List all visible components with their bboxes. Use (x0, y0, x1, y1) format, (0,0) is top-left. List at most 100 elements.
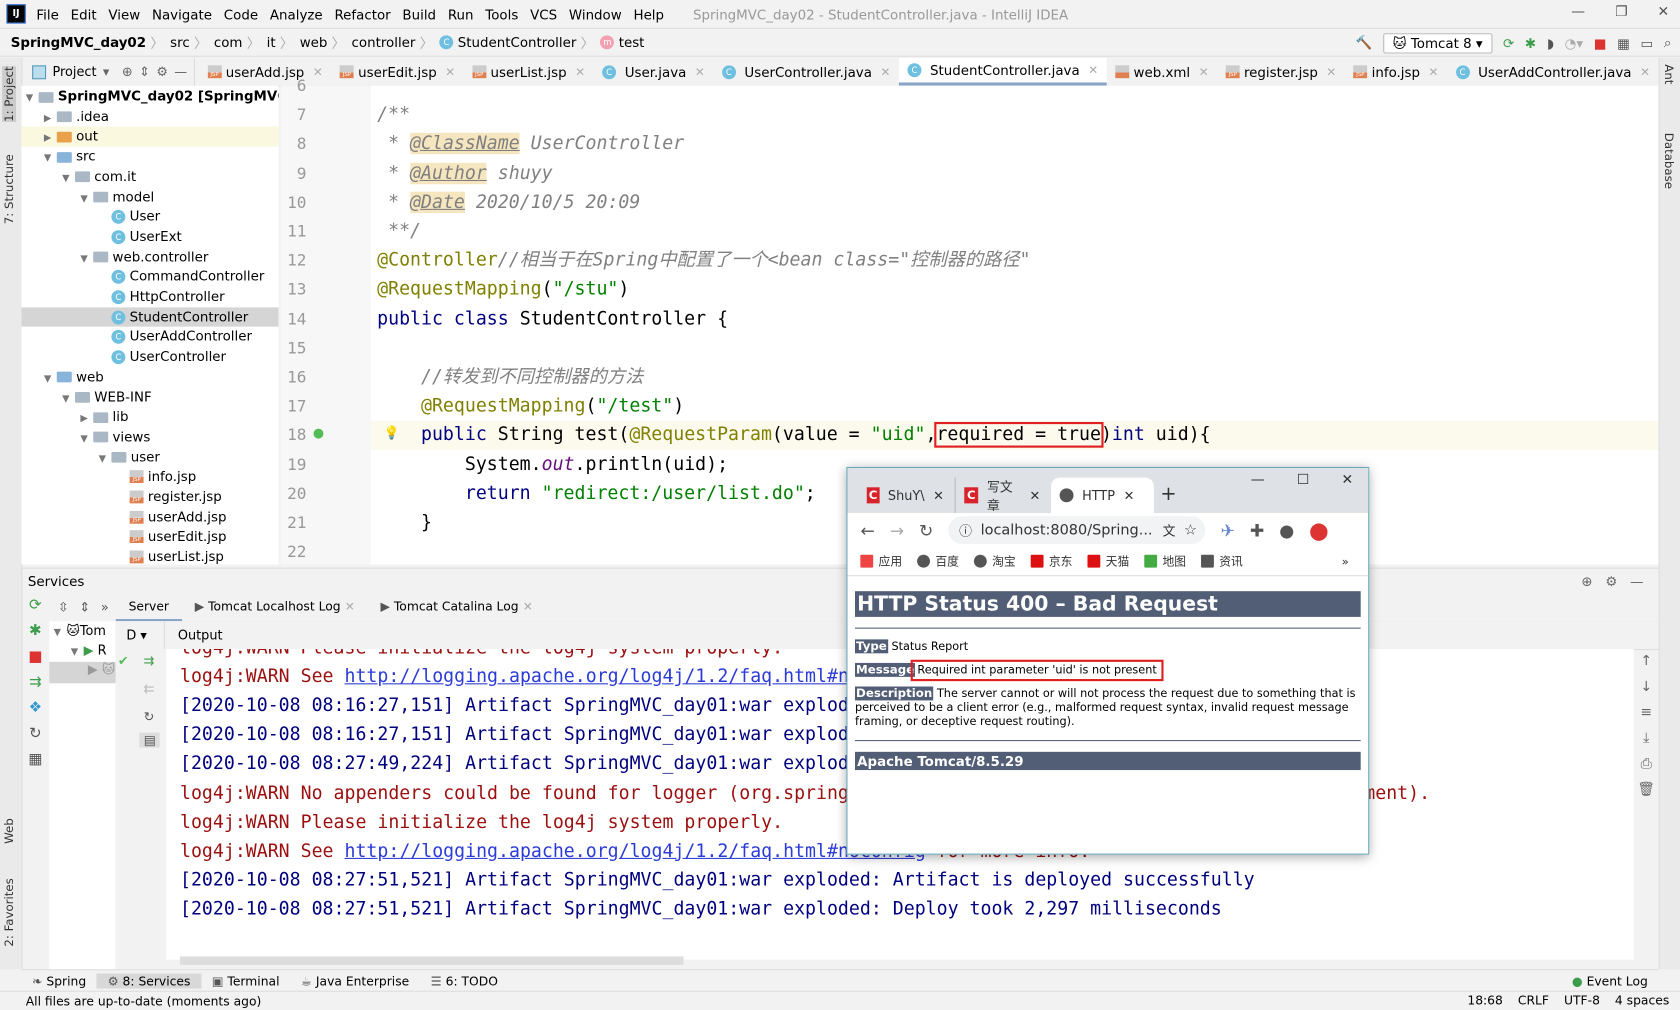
menu-file[interactable]: File (36, 6, 58, 22)
close-tab-icon[interactable]: ✕ (933, 488, 944, 503)
bookmark-item[interactable]: 地图 (1144, 553, 1186, 570)
debug-bug-icon[interactable]: ✱ (1525, 35, 1536, 51)
web-tool-button[interactable]: Web (2, 818, 16, 844)
print-icon[interactable]: ⎙ (1634, 752, 1659, 778)
menu-run[interactable]: Run (448, 6, 474, 22)
menu-vcs[interactable]: VCS (530, 6, 557, 22)
trash-icon[interactable]: 🗑 (1634, 778, 1659, 804)
breadcrumb-item[interactable]: SpringMVC_day02 (11, 34, 146, 50)
back-icon[interactable]: ← (860, 520, 874, 540)
bookmark-item[interactable]: 京东 (1030, 553, 1072, 570)
bulb-icon[interactable]: 💡 (384, 426, 400, 441)
coverage-icon[interactable]: ◗ (1547, 35, 1554, 51)
tree-item[interactable]: ▶ .idea (21, 107, 278, 127)
menu-help[interactable]: Help (633, 6, 664, 22)
caret-position[interactable]: 18:68 (1467, 993, 1503, 1008)
menu-analyze[interactable]: Analyze (270, 6, 323, 22)
close-tab-icon[interactable]: ✕ (345, 600, 355, 614)
browser-close[interactable]: ✕ (1341, 472, 1353, 488)
new-tab-button[interactable]: + (1160, 483, 1176, 505)
tree-item[interactable]: C UserController (21, 347, 278, 367)
tree-item[interactable]: ▼ model (21, 187, 278, 207)
expand-all-icon[interactable]: ⇳ (58, 599, 69, 614)
rerun-icon[interactable]: ⟳ (1503, 35, 1514, 51)
tree-item[interactable]: C UserAddController (21, 327, 278, 347)
maximize-button[interactable]: ❐ (1615, 4, 1627, 20)
editor-tab[interactable]: JSP userEdit.jsp ✕ (331, 58, 463, 86)
tree-item[interactable]: JSP info.jsp (21, 467, 278, 487)
menu-build[interactable]: Build (402, 6, 436, 22)
tool-window-java-enterprise[interactable]: ☕ Java Enterprise (290, 974, 420, 989)
menu-view[interactable]: View (108, 6, 140, 22)
file-encoding[interactable]: UTF-8 (1564, 993, 1600, 1008)
close-tab-icon[interactable]: ✕ (695, 65, 705, 79)
menu-tools[interactable]: Tools (485, 6, 518, 22)
collapse-all-icon[interactable]: ⇕ (79, 599, 90, 614)
services-tree-tomcat[interactable]: ▼ 🐱Tom (49, 621, 115, 642)
extension-icon[interactable]: ✈ (1221, 520, 1235, 540)
browser-maximize[interactable]: ☐ (1297, 472, 1309, 488)
close-tab-icon[interactable]: ✕ (1326, 65, 1336, 79)
close-tab-icon[interactable]: ✕ (1640, 65, 1650, 79)
services-settings-icons[interactable]: ⊕ ⚙ — (1581, 572, 1643, 588)
browser-tab-active[interactable]: HTTP ✕ (1051, 477, 1154, 514)
services-tree-running[interactable]: ▼ ▶ R (49, 643, 115, 662)
tree-item[interactable]: ▼SpringMVC_day02 [SpringMVC_day0 (21, 87, 279, 107)
browser-tab[interactable]: C 写文章 ✕ (954, 477, 1049, 514)
build-hammer-icon[interactable]: 🔨 (1356, 34, 1373, 51)
close-tab-icon[interactable]: ✕ (1088, 63, 1098, 77)
project-structure-icon[interactable]: ▦ (1617, 35, 1630, 51)
event-log-button[interactable]: ● Event Log (1572, 974, 1648, 989)
breadcrumb-item[interactable]: StudentController (458, 34, 577, 50)
debug-icon[interactable]: ✱ (21, 622, 49, 648)
stop-icon[interactable]: ■ (21, 648, 49, 674)
tree-item[interactable]: JSP userEdit.jsp (21, 527, 278, 547)
tree-item[interactable]: ▼ com.it (21, 167, 278, 187)
console-link[interactable]: http://logging.apache.org/log4j/1.2/faq.… (344, 666, 925, 687)
hide-icon[interactable]: — (174, 64, 187, 79)
bookmark-item[interactable]: 淘宝 (973, 553, 1016, 570)
database-tool-button[interactable]: Database (1662, 133, 1676, 189)
breadcrumb-item[interactable]: src (170, 34, 190, 50)
bookmark-item[interactable]: 百度 (917, 553, 959, 570)
project-tool-button[interactable]: 1: Project (2, 66, 17, 122)
deployment-dropdown[interactable]: D ▾ (116, 621, 165, 650)
close-tab-icon[interactable]: ✕ (1429, 65, 1439, 79)
bookmark-item[interactable]: 天猫 (1087, 553, 1129, 570)
services-tab[interactable]: ▶ Tomcat Localhost Log ✕ (182, 592, 368, 621)
rerun-icon[interactable]: ⟳ (21, 597, 49, 623)
bookmark-item[interactable]: 应用 (860, 553, 902, 570)
bookmarks-more-button[interactable]: » (1342, 554, 1349, 568)
browser-minimize[interactable]: — (1251, 472, 1265, 488)
editor-tab[interactable]: C UserController.java ✕ (713, 58, 899, 86)
browser-tab[interactable]: C ShuY\ ✕ (858, 478, 952, 513)
editor-tab[interactable]: C StudentController.java ✕ (898, 57, 1107, 86)
services-tab[interactable]: Server (115, 592, 182, 622)
favorites-tool-button[interactable]: 2: Favorites (2, 878, 16, 946)
close-tab-icon[interactable]: ✕ (1199, 65, 1209, 79)
console-horizontal-scrollbar[interactable] (179, 956, 684, 965)
gear-icon[interactable]: ⚙ (156, 64, 168, 79)
tree-item[interactable]: ▼ web (21, 367, 278, 387)
tree-item[interactable]: ▼ user (21, 447, 278, 467)
editor-tab[interactable]: JSP info.jsp ✕ (1345, 58, 1447, 86)
search-icon[interactable]: ⌕ (1664, 34, 1672, 51)
refresh-icon[interactable]: ↻ (21, 725, 49, 751)
collapse-all-icon[interactable]: ⇕ (139, 64, 150, 79)
stop-icon[interactable]: ■ (1594, 35, 1607, 51)
tool-window-services[interactable]: ⚙ 8: Services (96, 973, 202, 989)
close-tab-icon[interactable]: ✕ (1030, 488, 1041, 503)
breadcrumb-item[interactable]: com (214, 34, 243, 50)
tree-item[interactable]: ▶ lib (21, 407, 278, 427)
run-gutter-icon[interactable]: ● (313, 426, 324, 441)
tree-item[interactable]: C User (21, 207, 278, 227)
tree-item[interactable]: ▶ out (21, 126, 279, 147)
line-separator[interactable]: CRLF (1518, 993, 1549, 1008)
tree-item[interactable]: C HttpController (21, 287, 278, 307)
tool-window-terminal[interactable]: ▣ Terminal (201, 974, 290, 989)
tool-window-todo[interactable]: ☰ 6: TODO (420, 974, 509, 989)
forward-icon[interactable]: → (890, 520, 904, 540)
breadcrumb-item[interactable]: web (300, 34, 328, 50)
editor-tab[interactable]: web.xml ✕ (1107, 58, 1217, 86)
tree-item[interactable]: JSP userAdd.jsp (21, 507, 278, 527)
